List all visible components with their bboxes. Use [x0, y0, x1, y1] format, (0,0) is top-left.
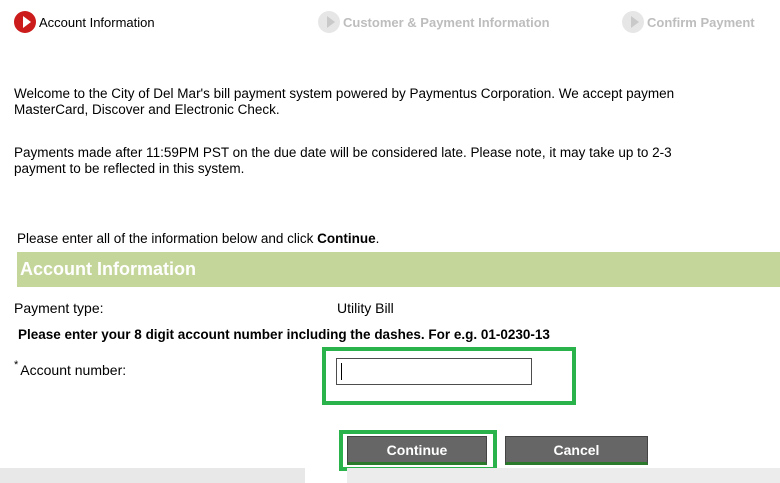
account-number-hint: Please enter your 8 digit account number…	[18, 327, 550, 342]
welcome-paragraph: Welcome to the City of Del Mar's bill pa…	[14, 86, 780, 118]
required-mark: *	[14, 359, 19, 371]
instruction-prefix: Please enter all of the information belo…	[17, 231, 318, 246]
step-account-information: Account Information	[14, 10, 155, 34]
cancel-button[interactable]: Cancel	[505, 436, 648, 465]
step-label: Account Information	[39, 14, 155, 30]
step-label: Confirm Payment	[647, 14, 755, 30]
section-title: Account Information	[20, 259, 196, 279]
step-label: Customer & Payment Information	[343, 14, 550, 30]
section-header: Account Information	[17, 252, 780, 287]
text-caret	[341, 363, 342, 380]
instruction-suffix: .	[375, 231, 380, 246]
account-number-label: Account number:	[20, 362, 127, 378]
welcome-line: Welcome to the City of Del Mar's bill pa…	[14, 86, 675, 101]
late-payment-line: Payments made after 11:59PM PST on the d…	[14, 145, 672, 160]
late-payment-line: payment to be reflected in this system.	[14, 161, 245, 176]
play-circle-icon	[14, 11, 36, 33]
instruction-text: Please enter all of the information belo…	[17, 231, 379, 246]
account-number-label-row: * Account number:	[14, 359, 127, 378]
instruction-bold: Continue	[317, 231, 376, 246]
late-payment-paragraph: Payments made after 11:59PM PST on the d…	[14, 145, 780, 177]
play-circle-icon	[318, 11, 340, 33]
footer-bar	[0, 468, 305, 483]
payment-type-value: Utility Bill	[337, 300, 394, 316]
account-number-input[interactable]	[336, 358, 532, 385]
step-confirm-payment: Confirm Payment	[622, 10, 755, 34]
footer-bar	[347, 468, 780, 483]
step-customer-payment-information: Customer & Payment Information	[318, 10, 550, 34]
welcome-line: MasterCard, Discover and Electronic Chec…	[14, 102, 280, 117]
continue-button[interactable]: Continue	[347, 436, 487, 465]
step-indicator: Account Information Customer & Payment I…	[0, 0, 780, 44]
payment-type-label: Payment type:	[14, 300, 104, 316]
play-circle-icon	[622, 11, 644, 33]
